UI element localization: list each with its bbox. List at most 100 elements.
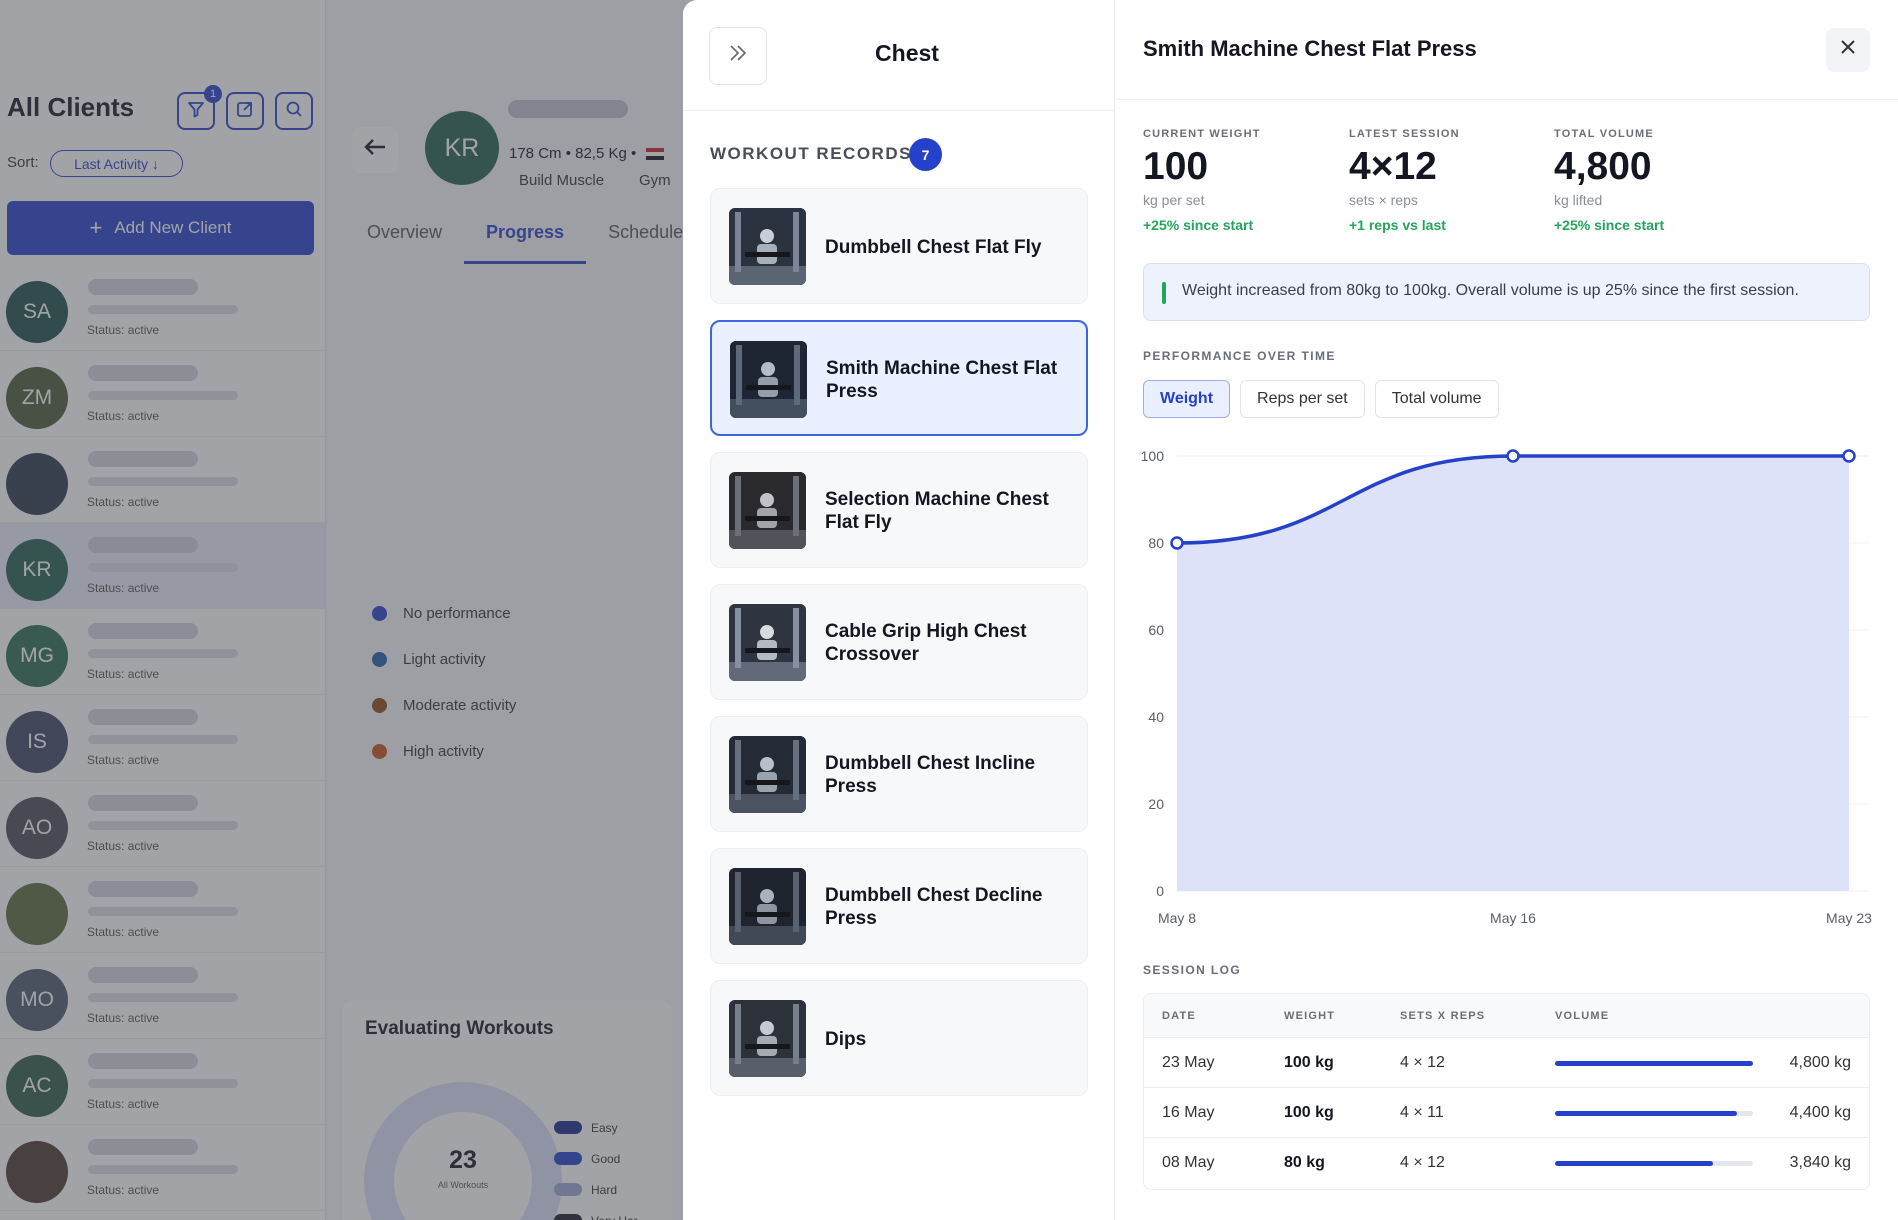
session-volume: 4,400 kg xyxy=(1789,1104,1851,1121)
session-sets-reps: 4 × 12 xyxy=(1400,1054,1445,1071)
muscle-group-title: Chest xyxy=(875,40,939,66)
exercise-panel-header: Chest xyxy=(683,0,1115,111)
session-date: 16 May xyxy=(1162,1104,1215,1121)
y-tick-label: 20 xyxy=(1148,796,1164,812)
session-log-table: DATE WEIGHT SETS X REPS VOLUME 23 May 100 kg… xyxy=(1143,993,1870,1190)
y-tick-label: 100 xyxy=(1141,448,1165,464)
stat-value: 4×12 xyxy=(1349,145,1437,188)
exercise-thumbnail xyxy=(729,604,806,681)
stat-label: CURRENT WEIGHT xyxy=(1143,128,1261,140)
exercise-thumbnail xyxy=(729,1000,806,1077)
exercise-card[interactable]: Cable Grip High Chest Crossover xyxy=(710,584,1088,700)
series-area xyxy=(1177,456,1849,891)
data-point xyxy=(1170,536,1184,550)
stat-latest-session: LATEST SESSION 4×12 sets × reps +1 reps vs … xyxy=(1349,128,1589,233)
session-sets-reps: 4 × 11 xyxy=(1400,1104,1444,1121)
x-tick-label: May 23 xyxy=(1826,910,1872,926)
session-date: 23 May xyxy=(1162,1054,1215,1071)
session-log-body: 23 May 100 kg 4 × 12 4,800 kg 16 May 100 kg 4 … xyxy=(1144,1038,1869,1188)
column-header-weight: WEIGHT xyxy=(1284,1010,1336,1022)
exercise-card[interactable]: Selection Machine Chest Flat Fly xyxy=(710,452,1088,568)
exercise-title: Smith Machine Chest Flat Press xyxy=(1143,36,1477,61)
stat-total-volume: TOTAL VOLUME 4,800 kg lifted +25% since sta… xyxy=(1554,128,1794,233)
session-volume: 3,840 kg xyxy=(1789,1154,1851,1171)
volume-bar-fill xyxy=(1555,1061,1753,1066)
session-date: 08 May xyxy=(1162,1154,1215,1171)
column-header-volume: VOLUME xyxy=(1555,1010,1610,1022)
stat-delta: +25% since start xyxy=(1143,217,1254,233)
exercise-name: Cable Grip High Chest Crossover xyxy=(825,621,1027,665)
x-tick-label: May 8 xyxy=(1158,910,1196,926)
insight-accent-bar xyxy=(1162,282,1166,304)
insight-text: Weight increased from 80kg to 100kg. Ove… xyxy=(1182,282,1799,299)
data-point xyxy=(1842,449,1856,463)
session-volume: 4,800 kg xyxy=(1789,1054,1851,1071)
exercise-thumbnail xyxy=(729,208,806,285)
volume-bar xyxy=(1555,1161,1753,1166)
session-weight: 100 kg xyxy=(1284,1054,1334,1071)
close-button[interactable] xyxy=(1826,28,1870,72)
exercise-name: Smith Machine Chest Flat Press xyxy=(826,358,1058,402)
stat-label: LATEST SESSION xyxy=(1349,128,1460,140)
y-tick-label: 40 xyxy=(1148,709,1164,725)
metric-tab-total-volume[interactable]: Total volume xyxy=(1374,380,1499,418)
exercise-card[interactable]: Smith Machine Chest Flat Press xyxy=(710,320,1088,436)
exercise-thumbnail xyxy=(729,868,806,945)
session-sets-reps: 4 × 12 xyxy=(1400,1154,1445,1171)
stat-unit: sets × reps xyxy=(1349,192,1418,208)
metric-tab-weight[interactable]: Weight xyxy=(1143,380,1231,418)
volume-bar xyxy=(1555,1111,1753,1116)
stat-label: TOTAL VOLUME xyxy=(1554,128,1654,140)
metric-tab-reps-per-set[interactable]: Reps per set xyxy=(1240,380,1365,418)
stat-value: 4,800 xyxy=(1554,145,1652,188)
stat-unit: kg lifted xyxy=(1554,192,1603,208)
y-tick-label: 60 xyxy=(1148,622,1164,638)
exercise-thumbnail xyxy=(729,472,806,549)
double-chevron-right-icon xyxy=(726,41,750,72)
volume-bar-fill xyxy=(1555,1161,1714,1166)
table-row: 23 May 100 kg 4 × 12 4,800 kg xyxy=(1144,1038,1869,1088)
exercise-card[interactable]: Dumbbell Chest Incline Press xyxy=(710,716,1088,832)
y-tick-label: 80 xyxy=(1148,535,1164,551)
exercise-thumbnail xyxy=(730,341,807,418)
session-weight: 100 kg xyxy=(1284,1104,1334,1121)
table-row: 16 May 100 kg 4 × 11 4,400 kg xyxy=(1144,1088,1869,1138)
stat-delta: +1 reps vs last xyxy=(1349,217,1446,233)
exercise-detail-header: Smith Machine Chest Flat Press xyxy=(1115,0,1898,100)
data-point xyxy=(1506,449,1520,463)
session-log-header: DATE WEIGHT SETS X REPS VOLUME xyxy=(1144,994,1869,1038)
x-tick-label: May 16 xyxy=(1490,910,1536,926)
volume-bar xyxy=(1555,1061,1753,1066)
exercise-list: Dumbbell Chest Flat Fly Smith Machine Che… xyxy=(710,188,1088,1112)
performance-section-label: PERFORMANCE OVER TIME xyxy=(1143,349,1336,363)
workout-records-label: WORKOUT RECORDS xyxy=(710,144,912,163)
progress-insight: Weight increased from 80kg to 100kg. Ove… xyxy=(1143,263,1870,321)
exercise-card[interactable]: Dips xyxy=(710,980,1088,1096)
exercise-card[interactable]: Dumbbell Chest Decline Press xyxy=(710,848,1088,964)
exercise-name: Selection Machine Chest Flat Fly xyxy=(825,489,1049,533)
exercise-name: Dumbbell Chest Incline Press xyxy=(825,753,1036,797)
volume-bar-fill xyxy=(1555,1111,1737,1116)
exercise-name: Dumbbell Chest Decline Press xyxy=(825,885,1043,929)
exercise-card[interactable]: Dumbbell Chest Flat Fly xyxy=(710,188,1088,304)
exercise-name: Dumbbell Chest Flat Fly xyxy=(825,236,1042,258)
column-header-sets-x-reps: SETS X REPS xyxy=(1400,1010,1486,1022)
y-tick-label: 0 xyxy=(1156,883,1164,899)
session-weight: 80 kg xyxy=(1284,1154,1325,1171)
stat-value: 100 xyxy=(1143,145,1209,188)
performance-chart: 0 20 40 60 80 100 May 8 May 16 May 23 xyxy=(1141,448,1873,926)
exercise-list-panel: Chest WORKOUT RECORDS 7 Dumbbell Chest F… xyxy=(683,0,1115,1220)
column-header-date: DATE xyxy=(1162,1010,1196,1022)
table-row: 08 May 80 kg 4 × 12 3,840 kg xyxy=(1144,1138,1869,1188)
exercise-thumbnail xyxy=(729,736,806,813)
stat-delta: +25% since start xyxy=(1554,217,1665,233)
stat-current-weight: CURRENT WEIGHT 100 kg per set +25% since st… xyxy=(1143,128,1383,233)
workout-records-count: 7 xyxy=(909,138,942,171)
stat-unit: kg per set xyxy=(1143,192,1205,208)
session-log-label: SESSION LOG xyxy=(1143,963,1242,977)
exercise-name: Dips xyxy=(825,1028,867,1050)
metric-tabs: Weight Reps per set Total volume xyxy=(1143,380,1499,418)
close-icon xyxy=(1838,36,1858,64)
exercise-detail-panel: Smith Machine Chest Flat Press CURRENT W… xyxy=(1115,0,1898,1220)
collapse-panel-button[interactable] xyxy=(709,27,767,85)
